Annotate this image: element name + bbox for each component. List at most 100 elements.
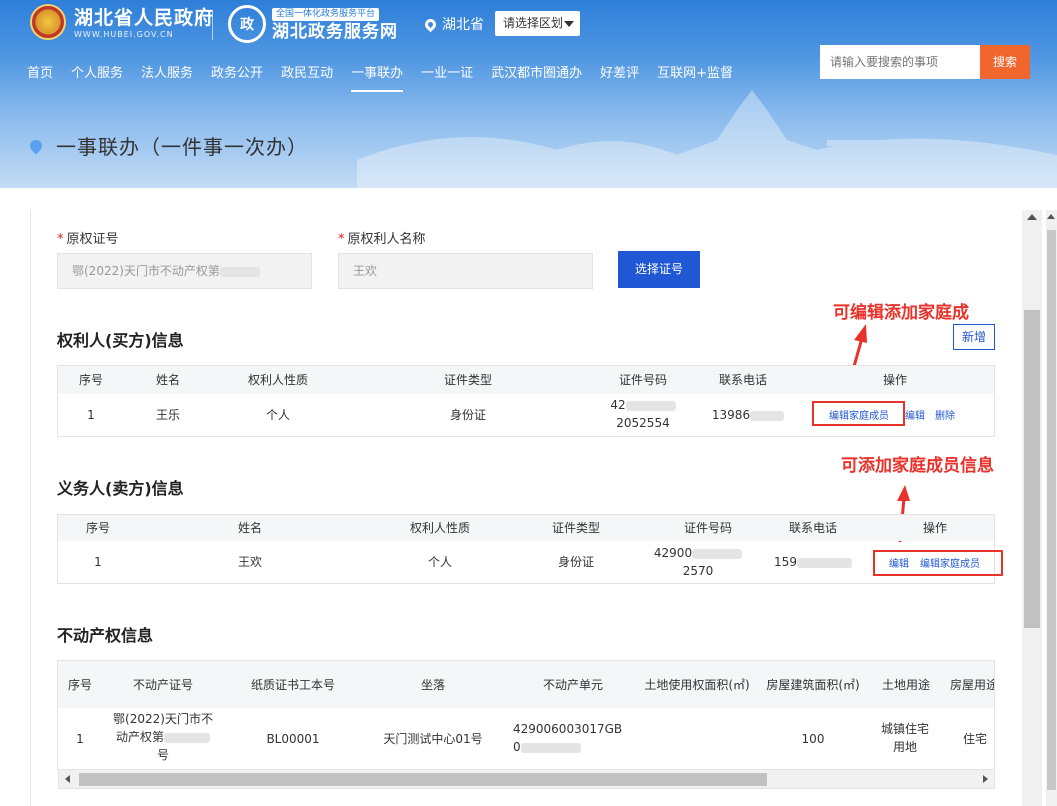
col-index: 序号 [85,521,110,535]
nav-review[interactable]: 好差评 [591,66,648,92]
scroll-left-icon[interactable] [65,775,70,783]
content-scrollbar[interactable] [1022,210,1042,806]
horizontal-scrollbar[interactable] [58,769,995,789]
col-cert-no: 不动产证号 [132,678,193,692]
row-land-use: 城镇住宅 用地 [880,722,929,754]
scroll-right-icon[interactable] [983,775,988,783]
row-phone: 13986 [698,406,798,424]
platform-name: 湖北政务服务网 [272,22,398,42]
seller-section-title: 义务人(卖方)信息 [57,479,184,498]
owner-field[interactable]: 王欢 [338,253,593,289]
buyer-annotation: 可编辑添加家庭成 [833,303,969,323]
platform-emblem-icon: 政 [228,5,266,43]
col-index: 序号 [78,373,103,387]
region-select[interactable]: 请选择区划 [495,11,580,36]
caret-down-icon [564,21,574,27]
scrollbar-thumb[interactable] [1047,230,1056,790]
table-header [58,515,994,541]
row-building-area: 100 [801,732,825,746]
row-house-use: 住宅 [963,732,988,746]
row-phone: 159 [763,553,863,571]
platform-logo[interactable]: 政 全国一体化政务服务平台 湖北政务服务网 [228,5,398,43]
col-house-use: 房屋用途 [950,678,995,692]
nav-legal-entity[interactable]: 法人服务 [132,66,202,92]
buyer-section-title: 权利人(买方)信息 [57,331,184,350]
nav-wuhan-metro[interactable]: 武汉都市圈通办 [482,66,591,92]
row-index: 1 [87,408,95,422]
col-phone: 联系电话 [788,521,837,535]
select-cert-button[interactable]: 选择证号 [618,251,700,288]
highlight-box [812,401,905,426]
property-section-title: 不动产权信息 [57,626,154,645]
col-nature: 权利人性质 [247,373,308,387]
site-header: 湖北省人民政府 WWW.HUBEI.GOV.CN 政 全国一体化政务服务平台 湖… [0,0,1057,188]
scroll-up-icon[interactable] [1047,214,1055,219]
col-land-use: 土地用途 [881,678,930,692]
gov-logo[interactable]: 湖北省人民政府 WWW.HUBEI.GOV.CN [30,4,214,40]
col-phone: 联系电话 [718,373,767,387]
col-id-no: 证件号码 [683,521,732,535]
main-nav: 首页 个人服务 法人服务 政务公开 政民互动 一事联办 一业一证 武汉都市圈通办… [18,66,742,92]
gov-name: 湖北省人民政府 [74,6,215,29]
seller-table: 序号 姓名 权利人性质 证件类型 证件号码 联系电话 操作 1 王欢 个人 身份… [57,514,995,584]
scrollbar-thumb[interactable] [79,773,767,786]
row-paper-no: BL00001 [266,732,320,746]
col-id-no: 证件号码 [618,373,667,387]
content-border [30,210,31,806]
scrollbar-thumb[interactable] [1024,310,1040,628]
national-emblem-icon [30,4,66,40]
nav-supervision[interactable]: 互联网+监督 [648,66,742,92]
table-header [58,366,994,394]
platform-tag: 全国一体化政务服务平台 [272,8,380,21]
col-land-area: 土地使用权面积(㎡) [644,678,750,692]
col-id-type: 证件类型 [443,373,492,387]
nav-one-thing[interactable]: 一事联办 [342,66,412,92]
header-divider [212,10,213,40]
cert-field[interactable]: 鄂(2022)天门市不动产权第 [57,253,312,289]
nav-gov-affairs[interactable]: 政务公开 [202,66,272,92]
col-index: 序号 [67,678,92,692]
nav-personal[interactable]: 个人服务 [62,66,132,92]
row-id-no: 42 2052554 [598,396,688,432]
nav-home[interactable]: 首页 [18,66,62,92]
location-pin-icon [27,137,45,154]
nav-interaction[interactable]: 政民互动 [272,66,342,92]
cert-label: * 原权证号 [57,232,119,247]
row-nature: 个人 [265,408,290,422]
delete-link[interactable]: 删除 [930,406,960,426]
location-pin-icon [422,16,439,32]
gov-url: WWW.HUBEI.GOV.CN [74,29,174,39]
col-name: 姓名 [155,373,180,387]
province-label: 湖北省 [442,17,484,33]
owner-label: * 原权利人名称 [338,232,426,247]
row-index: 1 [76,732,84,746]
col-paper-no: 纸质证书工本号 [250,678,335,692]
seller-annotation: 可添加家庭成员信息 [841,456,994,476]
add-buyer-button[interactable]: 新增 [953,324,995,350]
col-building-area: 房屋建筑面积(㎡) [766,678,860,692]
row-nature: 个人 [427,555,452,569]
row-location: 天门测试中心01号 [383,732,483,746]
row-index: 1 [94,555,102,569]
nav-one-license[interactable]: 一业一证 [412,66,482,92]
row-id-no: 42900 2570 [643,544,753,580]
col-name: 姓名 [237,521,262,535]
property-table: 序号 不动产证号 纸质证书工本号 坐落 不动产单元 土地使用权面积(㎡) 房屋建… [57,660,995,770]
search-button[interactable]: 搜索 [980,45,1030,79]
row-id-type: 身份证 [449,408,486,422]
search-input[interactable] [820,45,980,79]
row-cert-no: 鄂(2022)天门市不 动产权第号 [113,712,213,762]
province-indicator: 湖北省 [422,14,484,34]
skyline-decoration [357,90,1057,188]
col-action: 操作 [922,521,947,535]
col-id-type: 证件类型 [551,521,600,535]
scroll-up-icon[interactable] [1027,214,1037,220]
page-scrollbar[interactable] [1046,210,1057,806]
col-nature: 权利人性质 [409,521,470,535]
col-unit: 不动产单元 [542,678,603,692]
row-name: 王乐 [155,408,180,422]
page-title: 一事联办（一件事一次办） [27,131,308,160]
highlight-box [873,550,1003,576]
col-action: 操作 [882,373,907,387]
row-id-type: 身份证 [557,555,594,569]
